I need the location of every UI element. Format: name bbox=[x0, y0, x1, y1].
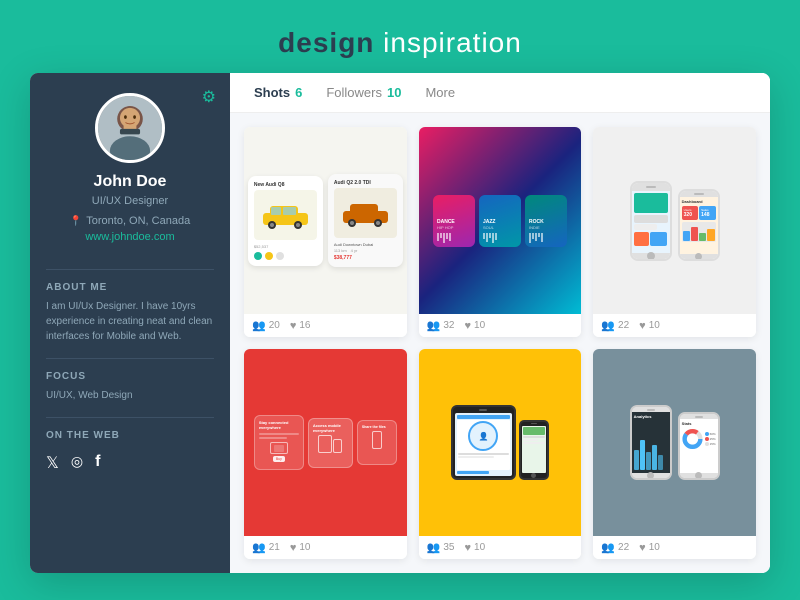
stat-views-4: 👥 21 bbox=[252, 541, 280, 554]
stat-views-6: 👥 22 bbox=[601, 541, 629, 554]
on-the-web-title: ON THE WEB bbox=[46, 430, 120, 441]
stat-likes-3: ♥ 10 bbox=[639, 320, 660, 332]
nav-shots[interactable]: Shots 6 bbox=[254, 85, 302, 100]
shot-thumbnail-1: New Audi Q8 bbox=[244, 127, 407, 314]
shot-card-5[interactable]: 👤 bbox=[419, 349, 582, 559]
instagram-icon[interactable]: ◎ bbox=[71, 453, 83, 473]
shot-card-1[interactable]: New Audi Q8 bbox=[244, 127, 407, 337]
twitter-icon[interactable]: 𝕏 bbox=[46, 453, 59, 473]
nav-followers[interactable]: Followers 10 bbox=[326, 85, 401, 100]
shot-thumbnail-4: Stay connectedeverywhere Buy bbox=[244, 349, 407, 536]
stat-likes-5: ♥ 10 bbox=[464, 542, 485, 554]
shot-stats-5: 👥 35 ♥ 10 bbox=[419, 536, 582, 559]
social-icons: 𝕏 ◎ f bbox=[46, 453, 100, 473]
user-role: UI/UX Designer bbox=[92, 195, 168, 207]
site-title: design inspiration bbox=[278, 27, 522, 59]
shot-thumbnail-6: Analytics bbox=[593, 349, 756, 536]
shot-thumbnail-5: 👤 bbox=[419, 349, 582, 536]
sidebar-divider-2 bbox=[46, 358, 214, 359]
main-content: Shots 6 Followers 10 More bbox=[230, 73, 770, 573]
views-icon-6: 👥 bbox=[601, 541, 615, 554]
user-website[interactable]: www.johndoe.com bbox=[85, 231, 174, 243]
shot-card-2[interactable]: DANCE HIP HOP bbox=[419, 127, 582, 337]
views-icon-5: 👥 bbox=[427, 541, 441, 554]
title-bold: design bbox=[278, 27, 374, 58]
sidebar: ⚙ John Doe UI/UX Designer 📍 Toronto, ON,… bbox=[30, 73, 230, 573]
title-light: inspiration bbox=[374, 27, 521, 58]
avatar bbox=[95, 93, 165, 163]
stat-views-1: 👥 20 bbox=[252, 319, 280, 332]
sidebar-divider-1 bbox=[46, 269, 214, 270]
stat-views-3: 👥 22 bbox=[601, 319, 629, 332]
views-icon-2: 👥 bbox=[427, 319, 441, 332]
user-location: 📍 Toronto, ON, Canada bbox=[70, 215, 190, 227]
user-name: John Doe bbox=[94, 173, 167, 191]
stat-views-2: 👥 32 bbox=[427, 319, 455, 332]
about-text: I am UI/Ux Designer. I have 10yrs experi… bbox=[46, 299, 214, 344]
stat-likes-2: ♥ 10 bbox=[464, 320, 485, 332]
views-icon-3: 👥 bbox=[601, 319, 615, 332]
gear-icon[interactable]: ⚙ bbox=[202, 87, 216, 107]
stat-views-5: 👥 35 bbox=[427, 541, 455, 554]
likes-icon-3: ♥ bbox=[639, 320, 646, 332]
about-title: ABOUT ME bbox=[46, 282, 107, 293]
sidebar-divider-3 bbox=[46, 417, 214, 418]
views-icon-1: 👥 bbox=[252, 319, 266, 332]
shot-thumbnail-3: Dashboard Users 320 Sales 148 bbox=[593, 127, 756, 314]
shot-stats-3: 👥 22 ♥ 10 bbox=[593, 314, 756, 337]
shot-stats-4: 👥 21 ♥ 10 bbox=[244, 536, 407, 559]
shot-thumbnail-2: DANCE HIP HOP bbox=[419, 127, 582, 314]
likes-icon-5: ♥ bbox=[464, 542, 471, 554]
facebook-icon[interactable]: f bbox=[95, 453, 100, 473]
shots-grid: New Audi Q8 bbox=[230, 113, 770, 573]
profile-nav: Shots 6 Followers 10 More bbox=[230, 73, 770, 113]
main-card: ⚙ John Doe UI/UX Designer 📍 Toronto, ON,… bbox=[30, 73, 770, 573]
shot-card-3[interactable]: Dashboard Users 320 Sales 148 bbox=[593, 127, 756, 337]
stat-likes-1: ♥ 16 bbox=[290, 320, 311, 332]
location-icon: 📍 bbox=[70, 216, 82, 227]
focus-text: UI/UX, Web Design bbox=[46, 388, 133, 403]
views-icon-4: 👥 bbox=[252, 541, 266, 554]
shot-card-6[interactable]: Analytics bbox=[593, 349, 756, 559]
nav-more[interactable]: More bbox=[425, 85, 455, 100]
focus-title: FOCUS bbox=[46, 371, 86, 382]
stat-likes-6: ♥ 10 bbox=[639, 542, 660, 554]
likes-icon-4: ♥ bbox=[290, 542, 297, 554]
shot-stats-6: 👥 22 ♥ 10 bbox=[593, 536, 756, 559]
stat-likes-4: ♥ 10 bbox=[290, 542, 311, 554]
likes-icon-6: ♥ bbox=[639, 542, 646, 554]
shot-card-4[interactable]: Stay connectedeverywhere Buy bbox=[244, 349, 407, 559]
likes-icon-1: ♥ bbox=[290, 320, 297, 332]
shot-stats-2: 👥 32 ♥ 10 bbox=[419, 314, 582, 337]
shot-stats-1: 👥 20 ♥ 16 bbox=[244, 314, 407, 337]
likes-icon-2: ♥ bbox=[464, 320, 471, 332]
